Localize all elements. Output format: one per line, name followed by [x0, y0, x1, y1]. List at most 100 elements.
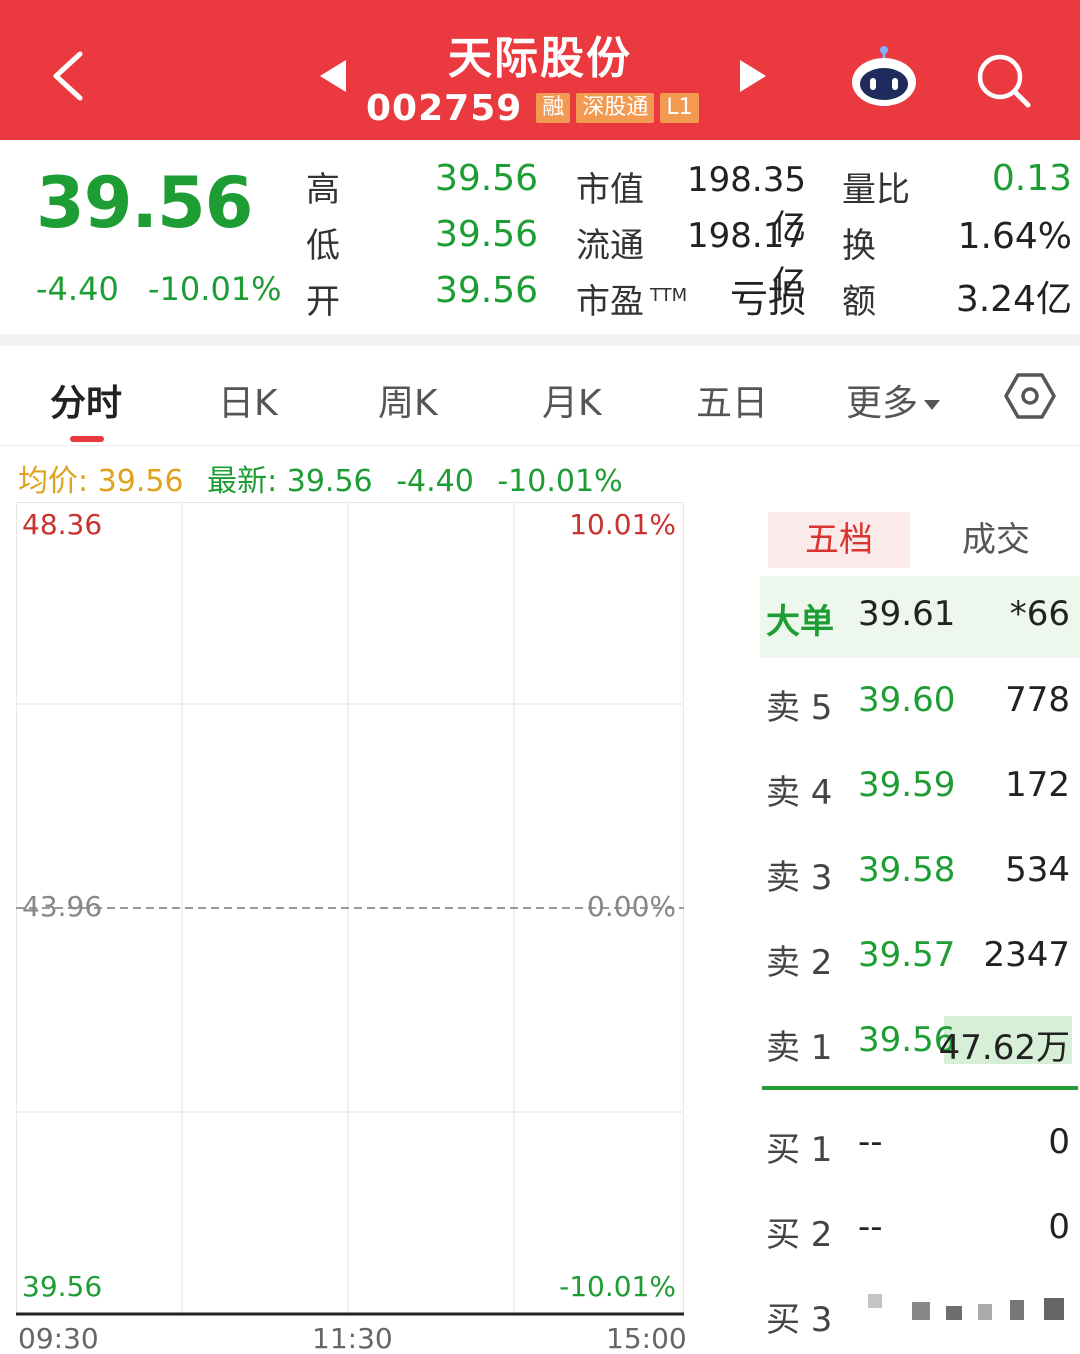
- ask-volume: 172: [1005, 765, 1070, 805]
- intraday-chart[interactable]: 48.36 43.96 39.56 10.01% 0.00% -10.01%: [16, 502, 684, 1316]
- pe-label-text: 市盈: [576, 282, 644, 322]
- turnover-value: 1.64%: [957, 216, 1072, 257]
- float-cap-label: 流通: [576, 226, 644, 266]
- app-header: 天际股份 002759 融 深股通 L1: [0, 0, 1080, 140]
- pixel-noise: [978, 1304, 992, 1320]
- chart-frame: [16, 502, 684, 1315]
- tab-daily-k[interactable]: 日K: [218, 374, 278, 426]
- level-badge: L1: [660, 93, 699, 123]
- ask-price: 39.60: [858, 680, 956, 720]
- robot-assistant-icon[interactable]: [848, 44, 920, 108]
- ask-volume: 2347: [983, 935, 1070, 975]
- x-tick-close: 15:00: [606, 1322, 687, 1354]
- connect-badge: 深股通: [576, 93, 655, 123]
- ask-price: 39.58: [858, 850, 956, 890]
- y-right-top: 10.01%: [569, 508, 676, 541]
- bid-label: 买 2: [766, 1215, 833, 1255]
- volume-ratio-label: 量比: [842, 170, 910, 210]
- pixel-noise: [912, 1302, 930, 1320]
- bid-label: 买 3: [766, 1300, 833, 1340]
- y-right-bottom: -10.01%: [559, 1270, 676, 1303]
- tab-weekly-k[interactable]: 周K: [378, 374, 438, 426]
- bid-label: 买 1: [766, 1130, 833, 1170]
- volume-ratio-value: 0.13: [991, 158, 1072, 199]
- ask-row[interactable]: 卖 2 39.57 2347: [760, 919, 1080, 995]
- price-change-percent: -10.01%: [148, 270, 282, 308]
- tab-trades[interactable]: 成交: [962, 512, 1030, 568]
- ask-label: 卖 5: [766, 688, 833, 728]
- y-right-mid: 0.00%: [587, 890, 676, 923]
- ask-row[interactable]: 卖 4 39.59 172: [760, 749, 1080, 825]
- ask-price: 39.59: [858, 765, 956, 805]
- stock-code: 002759: [366, 87, 523, 129]
- order-book: 五档 成交 大单 39.61 *66 卖 5 39.60 778 卖 4 39.…: [760, 504, 1080, 1354]
- pixel-noise: [1044, 1298, 1064, 1320]
- open-value: 39.56: [434, 270, 538, 311]
- x-tick-open: 09:30: [18, 1322, 99, 1354]
- next-stock-icon[interactable]: [738, 58, 768, 94]
- section-divider: [0, 334, 1080, 346]
- last-price: 39.56: [36, 162, 253, 244]
- bid-volume: 0: [1048, 1207, 1070, 1247]
- big-order-label: 大单: [766, 602, 834, 642]
- bid-row[interactable]: 买 2 -- 0: [760, 1191, 1080, 1267]
- y-left-mid: 43.96: [22, 890, 103, 923]
- big-order-price: 39.61: [858, 594, 956, 634]
- pixel-noise: [868, 1294, 882, 1308]
- tab-intraday[interactable]: 分时: [50, 374, 122, 426]
- previous-stock-icon[interactable]: [318, 58, 348, 94]
- ask-label: 卖 2: [766, 943, 833, 983]
- chart-tabs: 分时 日K 周K 月K 五日 更多: [0, 346, 1080, 446]
- ask-label: 卖 4: [766, 773, 833, 813]
- big-order-volume: *66: [1009, 594, 1070, 634]
- ask-volume: 778: [1005, 680, 1070, 720]
- ask-row[interactable]: 卖 3 39.58 534: [760, 834, 1080, 910]
- pe-value: 亏损: [729, 277, 806, 321]
- latest-price-label: 最新:: [207, 464, 278, 499]
- ask-label: 卖 3: [766, 858, 833, 898]
- tab-more[interactable]: 更多: [846, 374, 941, 426]
- intraday-chart-svg: [16, 502, 684, 1316]
- settings-hexagon-icon[interactable]: [1004, 372, 1056, 420]
- bid-row[interactable]: 买 1 -- 0: [760, 1106, 1080, 1182]
- turnover-label: 换: [842, 226, 876, 266]
- pixel-noise: [946, 1306, 962, 1320]
- amount-label: 额: [842, 282, 876, 322]
- tab-five-day[interactable]: 五日: [696, 374, 768, 426]
- ask-volume: 534: [1005, 850, 1070, 890]
- search-icon[interactable]: [974, 52, 1032, 108]
- ask-price: 39.57: [858, 935, 956, 975]
- avg-price-value: 39.56: [97, 464, 184, 499]
- bid-ask-separator: [762, 1086, 1078, 1090]
- tab-monthly-k[interactable]: 月K: [542, 374, 602, 426]
- caret-down-icon: [924, 400, 941, 410]
- margin-badge: 融: [536, 93, 571, 123]
- latest-change-percent: -10.01%: [497, 464, 623, 499]
- amount-value: 3.24亿: [955, 279, 1072, 320]
- bid-volume: 0: [1048, 1122, 1070, 1162]
- quote-panel: 39.56 -4.40 -10.01% 高 低 开 39.56 39.56 39…: [0, 140, 1080, 334]
- high-value: 39.56: [434, 158, 538, 199]
- avg-price-label: 均价:: [18, 464, 89, 499]
- ask-row[interactable]: 卖 1 39.56 47.62万: [760, 1004, 1080, 1080]
- bid-price: --: [858, 1207, 883, 1247]
- open-label: 开: [306, 282, 340, 322]
- latest-change: -4.40: [396, 464, 474, 499]
- pixel-noise: [1010, 1300, 1024, 1320]
- bid-price: --: [858, 1122, 883, 1162]
- market-cap-label: 市值: [576, 170, 644, 210]
- price-change: -4.40: [36, 270, 119, 308]
- y-left-top: 48.36: [22, 508, 103, 541]
- big-order-row[interactable]: 大单 39.61 *66: [760, 576, 1080, 658]
- ask-row[interactable]: 卖 5 39.60 778: [760, 664, 1080, 740]
- latest-price-value: 39.56: [286, 464, 373, 499]
- low-value: 39.56: [434, 214, 538, 255]
- x-tick-midday: 11:30: [312, 1322, 393, 1354]
- stock-code-row: 002759 融 深股通 L1: [366, 86, 705, 130]
- high-label: 高: [306, 170, 340, 210]
- active-tab-indicator: [70, 436, 104, 442]
- low-label: 低: [306, 226, 340, 266]
- intraday-info-line: 均价: 39.56 最新: 39.56 -4.40 -10.01%: [18, 456, 623, 500]
- tab-five-level[interactable]: 五档: [768, 512, 910, 568]
- y-left-bottom: 39.56: [22, 1270, 103, 1303]
